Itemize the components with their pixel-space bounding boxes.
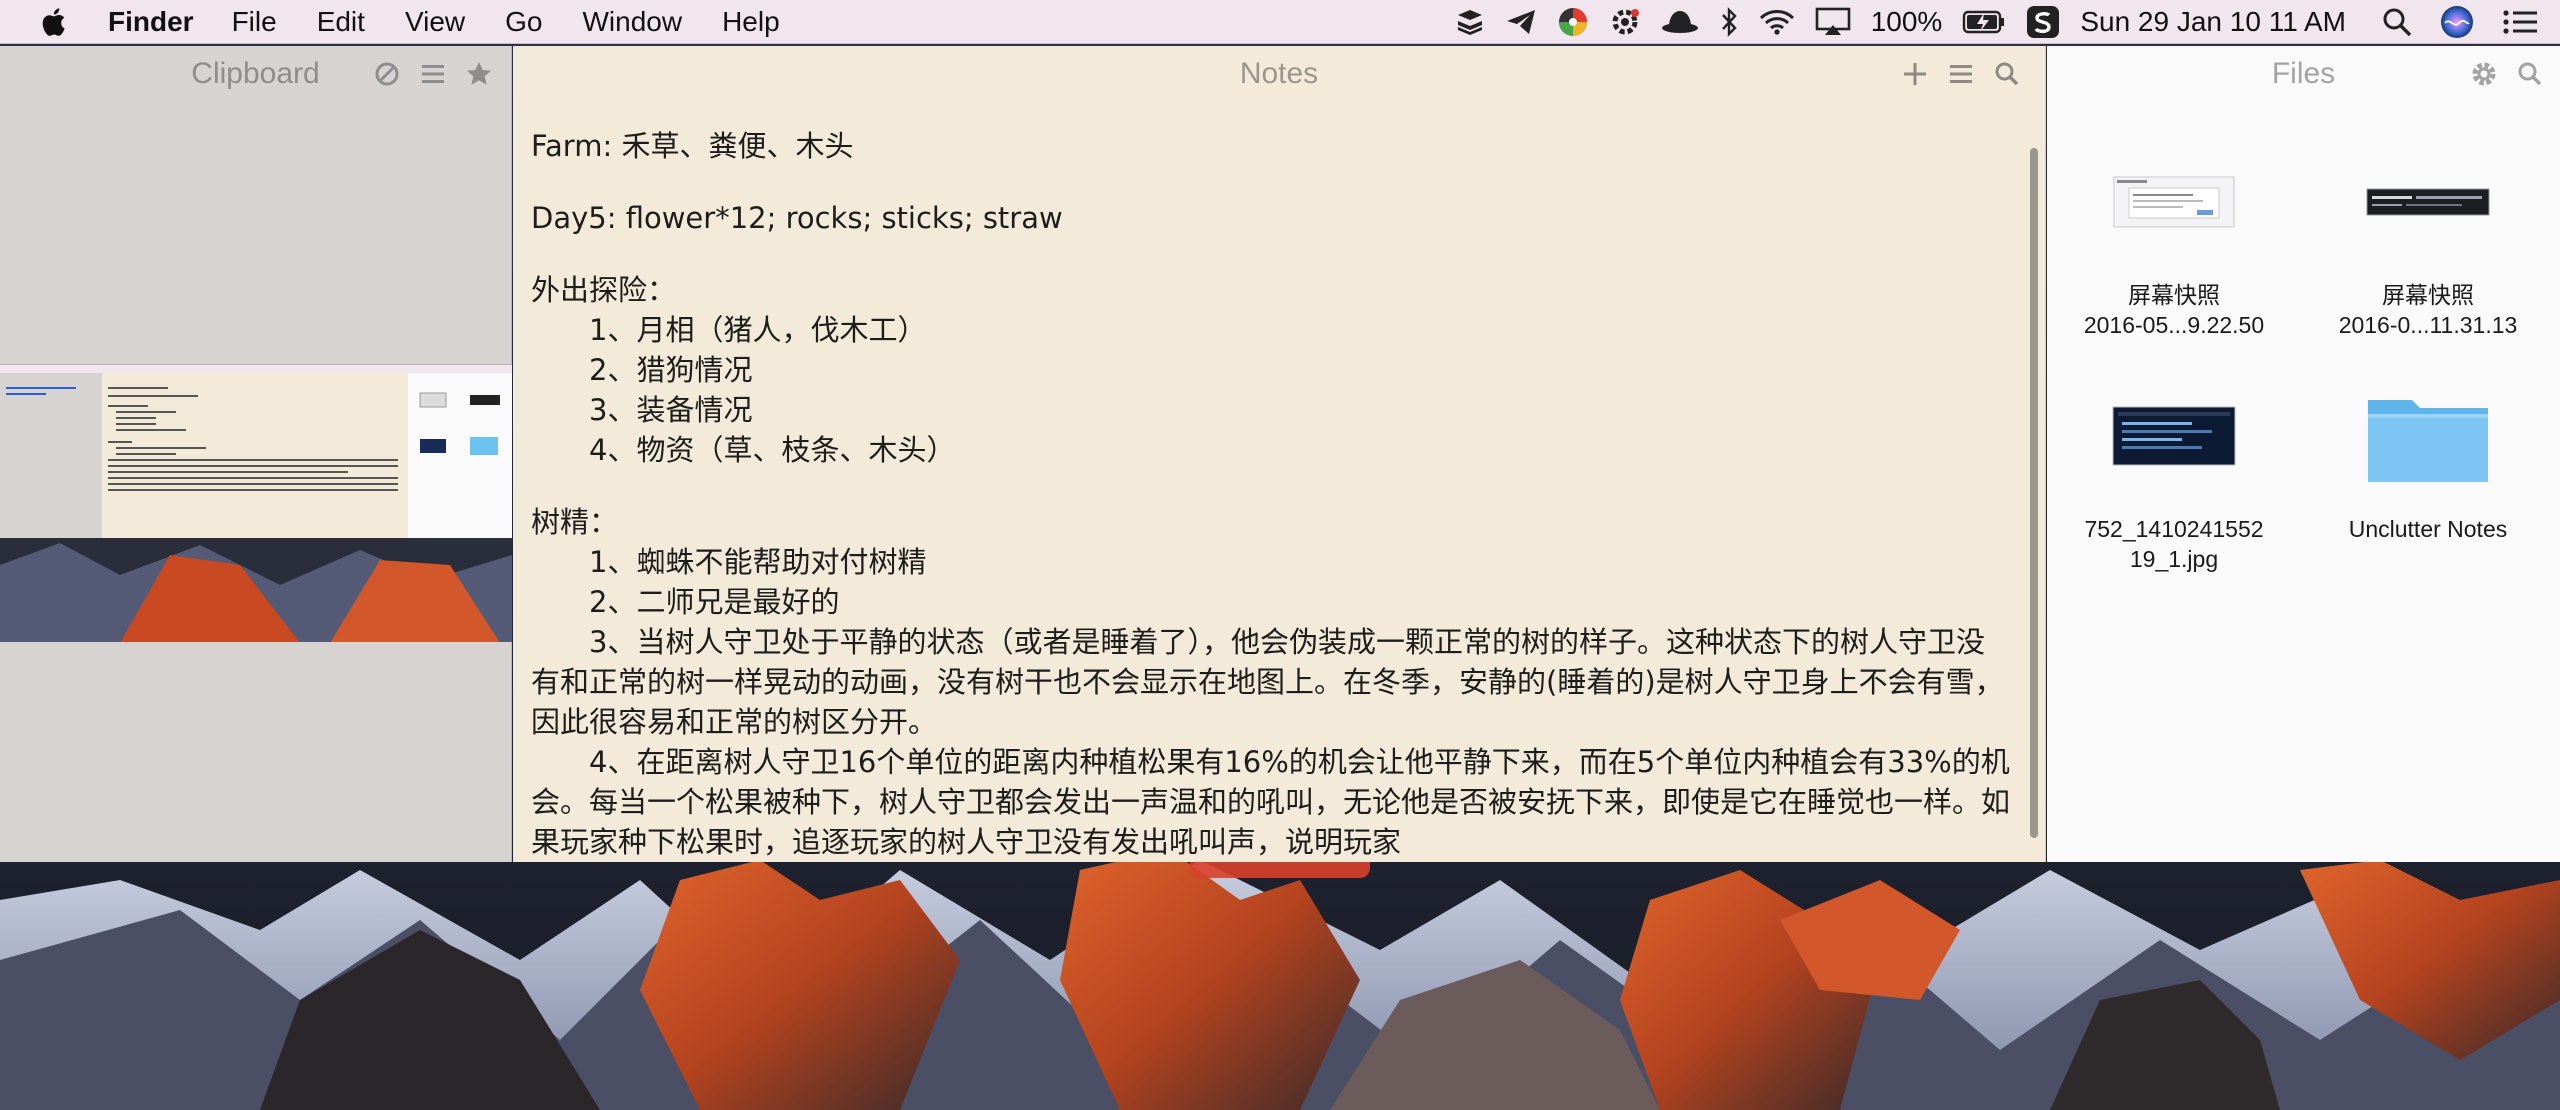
- note-line: Farm: 禾草、粪便、木头: [531, 129, 854, 163]
- list-icon[interactable]: [417, 58, 449, 90]
- notification-center-icon[interactable]: [2502, 0, 2538, 44]
- note-line: 1、月相（猪人，伐木工）: [589, 313, 927, 347]
- note-line: 树精：: [531, 505, 619, 539]
- wifi-icon[interactable]: [1759, 0, 1795, 44]
- settings-icon[interactable]: [2468, 58, 2500, 90]
- files-header: Files: [2047, 46, 2560, 102]
- paper-plane-icon[interactable]: [1505, 0, 1537, 44]
- status-area: 100% Sun 29 Jan 10 11 AM: [1455, 0, 2560, 44]
- folder-icon: [2303, 376, 2553, 496]
- battery-percent[interactable]: 100%: [1871, 6, 1943, 38]
- menu-window[interactable]: Window: [582, 6, 682, 38]
- note-paragraph: 3、当树人守卫处于平静的状态（或者是睡着了），他会伪装成一颗正常的树的样子。这种…: [531, 625, 2004, 739]
- note-paragraph: 4、在距离树人守卫16个单位的距离内种植松果有16%的机会让他平静下来，而在5个…: [531, 745, 2011, 859]
- menu-help[interactable]: Help: [722, 6, 780, 38]
- hat-icon[interactable]: [1661, 0, 1699, 44]
- menu-go[interactable]: Go: [505, 6, 542, 38]
- stack-icon[interactable]: [1455, 0, 1485, 44]
- menu-edit[interactable]: Edit: [317, 6, 365, 38]
- file-name: 屏幕快照 2016-0...11.31.13: [2338, 282, 2518, 338]
- add-icon[interactable]: [1899, 58, 1931, 90]
- spotlight-icon[interactable]: [2382, 0, 2412, 44]
- search-icon[interactable]: [1991, 58, 2023, 90]
- s-app-icon[interactable]: [2026, 0, 2060, 44]
- battery-charging-icon[interactable]: [1962, 0, 2006, 44]
- pinwheel-icon[interactable]: [1557, 0, 1589, 44]
- gear-badge-icon[interactable]: [1609, 0, 1641, 44]
- image-thumbnail: [2303, 142, 2553, 262]
- list-icon[interactable]: [1945, 58, 1977, 90]
- app-menu-finder[interactable]: Finder: [108, 6, 194, 38]
- file-name: Unclutter Notes: [2348, 516, 2508, 542]
- note-line: 1、蜘蛛不能帮助对付树精: [589, 545, 927, 579]
- menu-bar: Finder File Edit View Go Window Help 100…: [0, 0, 2560, 44]
- scrollbar-thumb[interactable]: [2030, 148, 2038, 838]
- clipboard-thumbnail-image: [0, 365, 512, 642]
- apple-menu-icon[interactable]: [36, 5, 74, 39]
- image-thumbnail: [2049, 142, 2299, 262]
- unclutter-panel: Clipboard Notes Farm: 禾草、粪便、木头 Day5: flo…: [0, 46, 2560, 862]
- note-line: 3、装备情况: [589, 393, 753, 427]
- star-icon[interactable]: [463, 58, 495, 90]
- airplay-icon[interactable]: [1815, 0, 1851, 44]
- file-item[interactable]: 752_1410241552 19_1.jpg: [2049, 376, 2299, 574]
- notes-column: Notes Farm: 禾草、粪便、木头 Day5: flower*12; ro…: [513, 46, 2046, 862]
- clipboard-title: Clipboard: [191, 57, 320, 90]
- file-item[interactable]: 屏幕快照 2016-0...11.31.13: [2303, 142, 2553, 340]
- clipboard-header: Clipboard: [0, 46, 511, 102]
- siri-icon[interactable]: [2440, 0, 2474, 44]
- note-line: Day5: flower*12; rocks; sticks; straw: [531, 201, 1063, 235]
- bluetooth-icon[interactable]: [1719, 0, 1739, 44]
- note-line: 外出探险：: [531, 273, 677, 307]
- notes-header: Notes: [513, 46, 2045, 102]
- menu-file[interactable]: File: [232, 6, 277, 38]
- menu-view[interactable]: View: [405, 6, 465, 38]
- file-item[interactable]: 屏幕快照 2016-05...9.22.50: [2049, 142, 2299, 340]
- note-line: 2、猎狗情况: [589, 353, 753, 387]
- note-line: 2、二师兄是最好的: [589, 585, 840, 619]
- clear-icon[interactable]: [371, 58, 403, 90]
- panel-pull-tab[interactable]: [1190, 862, 1370, 878]
- note-line: 4、物资（草、枝条、木头）: [589, 433, 956, 467]
- folder-item[interactable]: Unclutter Notes: [2303, 376, 2553, 544]
- file-name: 752_1410241552 19_1.jpg: [2084, 516, 2264, 572]
- image-thumbnail: [2049, 376, 2299, 496]
- files-title: Files: [2271, 57, 2336, 90]
- notes-editor[interactable]: Farm: 禾草、粪便、木头 Day5: flower*12; rocks; s…: [531, 126, 2011, 862]
- notes-title: Notes: [1239, 57, 1319, 90]
- file-name: 屏幕快照 2016-05...9.22.50: [2083, 282, 2265, 338]
- files-column: Files 屏幕快照 2016-05...9.22.50 屏幕快照 2016-0..…: [2047, 46, 2560, 862]
- clipboard-column: Clipboard: [0, 46, 512, 862]
- search-icon[interactable]: [2514, 58, 2546, 90]
- clipboard-item-screenshot[interactable]: [0, 364, 512, 642]
- notes-scrollbar[interactable]: [2027, 102, 2041, 842]
- clock[interactable]: Sun 29 Jan 10 11 AM: [2080, 6, 2346, 38]
